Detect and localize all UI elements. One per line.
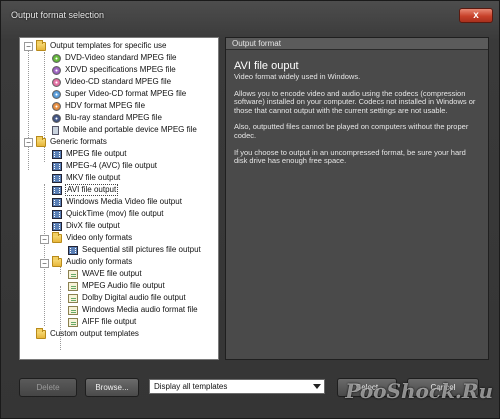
info-header: Output format: [226, 38, 488, 50]
tree-folder-video-only[interactable]: Video only formats: [52, 231, 133, 244]
format-info-panel: Output format AVI file ouput Video forma…: [225, 37, 489, 360]
title-bar[interactable]: Output format selection x: [1, 1, 500, 27]
folder-icon: [36, 135, 46, 147]
description-paragraph: Video format widely used in Windows.: [234, 72, 361, 81]
tree-item-wma[interactable]: Windows Media audio format file: [68, 304, 199, 316]
delete-button[interactable]: Delete: [19, 378, 77, 397]
description-paragraph: Allows you to encode video and audio usi…: [234, 88, 476, 115]
tree-item-avi[interactable]: AVI file output: [52, 184, 119, 196]
bluray-disc-icon: [52, 113, 61, 123]
collapse-toggle[interactable]: −: [40, 235, 49, 244]
tree-item-dvd-video[interactable]: DVD-Video standard MPEG file: [52, 52, 177, 64]
tree-item-quicktime[interactable]: QuickTime (mov) file output: [52, 208, 165, 220]
window-title: Output format selection: [11, 10, 105, 20]
tree-folder-custom[interactable]: Custom output templates: [36, 327, 140, 340]
dvd-disc-icon: [52, 53, 61, 63]
audio-file-icon: [68, 281, 78, 291]
tree-item-xdvd[interactable]: XDVD specifications MPEG file: [52, 64, 177, 76]
folder-icon: [36, 39, 46, 51]
audio-file-icon: [68, 305, 78, 315]
film-icon: [52, 221, 62, 231]
close-icon: x: [473, 9, 479, 21]
folder-icon: [52, 255, 62, 267]
vcd-disc-icon: [52, 77, 61, 87]
close-button[interactable]: x: [459, 8, 493, 23]
tree-item-divx[interactable]: DivX file output: [52, 220, 121, 232]
mobile-device-icon: [52, 125, 59, 135]
svcd-disc-icon: [52, 89, 61, 99]
output-format-dialog: Output format selection x − − − − Output…: [0, 0, 500, 419]
folder-icon: [52, 231, 62, 243]
film-icon: [52, 149, 62, 159]
chevron-down-icon: [313, 384, 321, 389]
format-description: Video format widely used in Windows. All…: [234, 72, 484, 174]
tree-item-super-video-cd[interactable]: Super Video-CD format MPEG file: [52, 88, 187, 100]
template-filter-dropdown[interactable]: Display all templates: [149, 379, 325, 394]
tree-folder-specific-use[interactable]: Output templates for specific use: [36, 39, 168, 52]
xdvd-disc-icon: [52, 65, 61, 75]
tree-item-dolby-digital[interactable]: Dolby Digital audio file output: [68, 292, 187, 304]
tree-item-video-cd[interactable]: Video-CD standard MPEG file: [52, 76, 172, 88]
browse-button[interactable]: Browse...: [85, 378, 139, 397]
film-icon: [52, 209, 62, 219]
tree-item-still-pictures[interactable]: Sequential still pictures file output: [68, 244, 202, 256]
watermark: PooShock.Ru: [345, 379, 493, 403]
film-icon: [52, 161, 62, 171]
format-title: AVI file ouput: [234, 60, 299, 72]
tree-item-blu-ray[interactable]: Blu-ray standard MPEG file: [52, 112, 163, 124]
template-tree[interactable]: − − − − Output templates for specific us…: [19, 37, 219, 360]
tree-item-aiff[interactable]: AIFF file output: [68, 316, 137, 328]
film-icon: [52, 197, 62, 207]
folder-icon: [36, 327, 46, 339]
audio-file-icon: [68, 269, 78, 279]
tree-line: [60, 286, 61, 350]
collapse-toggle[interactable]: −: [24, 42, 33, 51]
hdv-disc-icon: [52, 101, 61, 111]
tree-item-wmv[interactable]: Windows Media Video file output: [52, 196, 183, 208]
audio-file-icon: [68, 317, 78, 327]
tree-line: [44, 184, 45, 326]
description-paragraph: If you choose to output in an uncompress…: [234, 147, 466, 166]
tree-item-mpeg[interactable]: MPEG file output: [52, 148, 127, 160]
film-icon: [68, 245, 78, 255]
film-icon: [52, 173, 62, 183]
tree-folder-generic[interactable]: Generic formats: [36, 135, 108, 148]
tree-item-mpeg4[interactable]: MPEG-4 (AVC) file output: [52, 160, 158, 172]
collapse-toggle[interactable]: −: [24, 138, 33, 147]
collapse-toggle[interactable]: −: [40, 259, 49, 268]
tree-folder-audio-only[interactable]: Audio only formats: [52, 255, 133, 268]
tree-item-mobile[interactable]: Mobile and portable device MPEG file: [52, 124, 198, 136]
film-icon: [52, 185, 62, 195]
tree-item-wave[interactable]: WAVE file output: [68, 268, 143, 280]
tree-line: [28, 50, 29, 170]
tree-item-mkv[interactable]: MKV file output: [52, 172, 121, 184]
tree-item-hdv[interactable]: HDV format MPEG file: [52, 100, 146, 112]
description-paragraph: Also, outputted files cannot be played o…: [234, 122, 469, 140]
audio-file-icon: [68, 293, 78, 303]
tree-item-mpeg-audio[interactable]: MPEG Audio file output: [68, 280, 166, 292]
